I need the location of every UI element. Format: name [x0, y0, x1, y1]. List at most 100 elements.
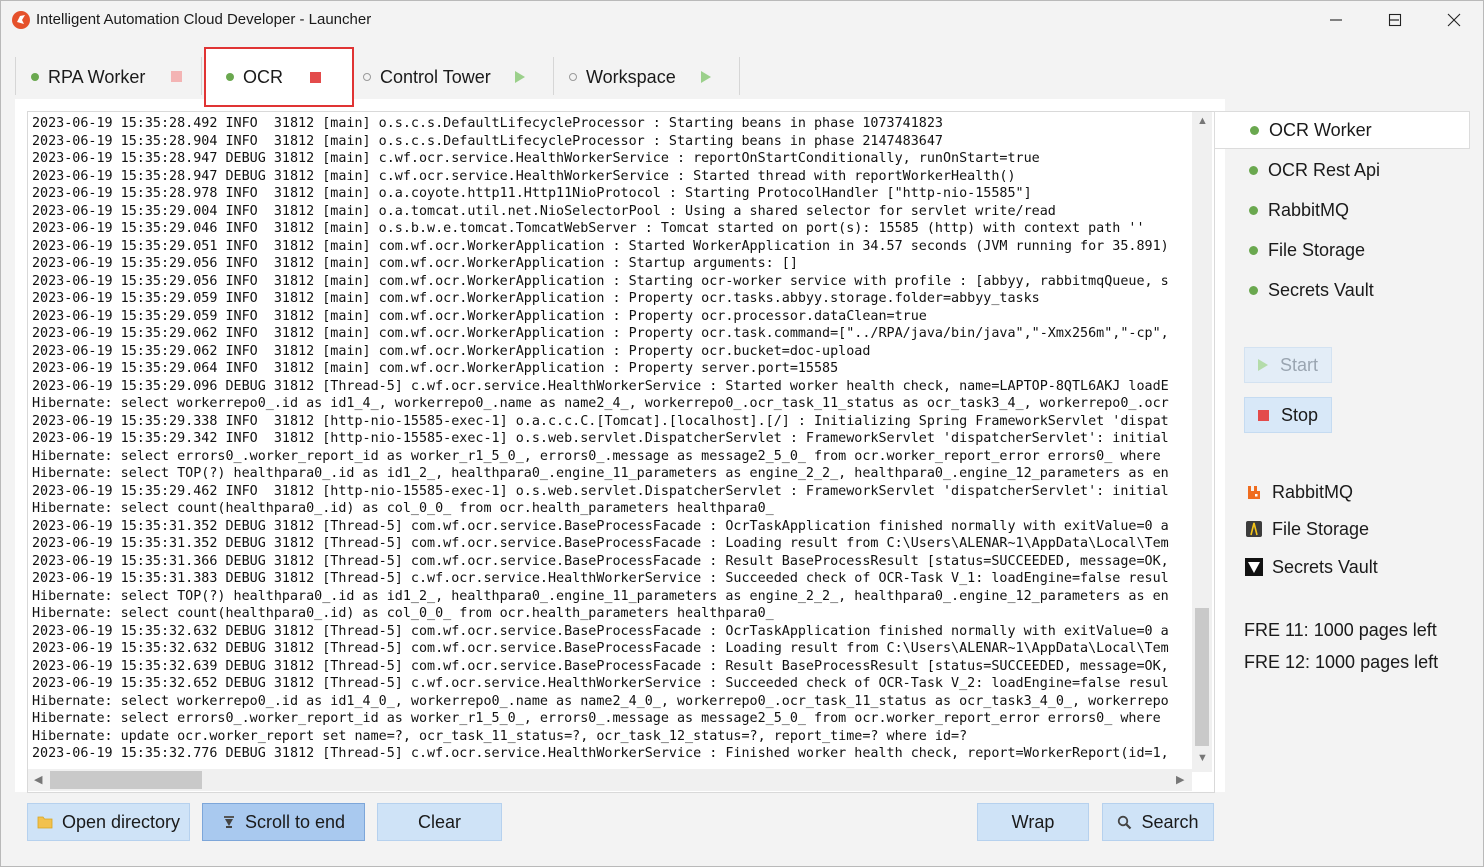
tab-label: RPA Worker — [48, 66, 146, 87]
log-line: 2023-06-19 15:35:28.492 INFO 31812 [main… — [32, 116, 943, 131]
link-label: RabbitMQ — [1272, 481, 1354, 502]
search-button[interactable]: Search — [1102, 803, 1214, 841]
log-line: 2023-06-19 15:35:29.056 INFO 31812 [main… — [32, 273, 1169, 289]
search-icon — [1117, 815, 1132, 830]
horizontal-scrollbar[interactable]: ◀ ▶ — [28, 769, 1192, 791]
log-line: 2023-06-19 15:35:29.059 INFO 31812 [main… — [32, 308, 927, 324]
running-status-icon — [1249, 165, 1258, 175]
start-button[interactable]: Start — [1244, 347, 1332, 383]
quota-fre-11: FRE 11: 1000 pages left — [1244, 620, 1437, 640]
scroll-to-end-icon — [222, 815, 236, 829]
stopped-status-icon — [363, 73, 371, 81]
log-line: 2023-06-19 15:35:31.352 DEBUG 31812 [Thr… — [32, 518, 1169, 534]
log-output[interactable]: 2023-06-19 15:35:28.492 INFO 31812 [main… — [27, 111, 1215, 793]
running-status-icon — [31, 73, 39, 81]
log-line: Hibernate: select count(healthpara0_.id)… — [32, 501, 774, 516]
log-line: 2023-06-19 15:35:29.046 INFO 31812 [main… — [32, 221, 1145, 236]
running-status-icon — [226, 73, 234, 81]
scroll-up-icon[interactable]: ▲ — [1197, 115, 1208, 127]
log-line: Hibernate: select workerrepo0_.id as id1… — [32, 396, 1169, 411]
tab-ocr[interactable]: OCR — [204, 47, 354, 107]
maximize-button[interactable] — [1372, 1, 1418, 39]
scroll-to-end-button[interactable]: Scroll to end — [202, 803, 365, 841]
service-label: OCR Worker — [1269, 119, 1372, 140]
log-line: Hibernate: select count(healthpara0_.id)… — [32, 606, 774, 621]
service-rabbitmq[interactable]: RabbitMQ — [1214, 191, 1470, 229]
wrap-button[interactable]: Wrap — [977, 803, 1089, 841]
tab-separator — [553, 57, 554, 95]
link-rabbitmq[interactable]: RabbitMQ — [1244, 477, 1353, 507]
stop-icon[interactable] — [171, 71, 182, 82]
service-ocr-worker[interactable]: OCR Worker — [1214, 111, 1470, 149]
service-label: Secrets Vault — [1268, 279, 1374, 300]
service-label: OCR Rest Api — [1268, 159, 1381, 180]
link-secrets-vault[interactable]: Secrets Vault — [1244, 552, 1378, 582]
log-line: Hibernate: select workerrepo0_.id as id1… — [32, 693, 1169, 709]
clear-button[interactable]: Clear — [377, 803, 502, 841]
running-status-icon — [1249, 205, 1258, 215]
vertical-scrollbar[interactable]: ▲ ▼ — [1192, 112, 1212, 772]
log-line: Hibernate: select errors0_.worker_report… — [32, 711, 1161, 726]
tab-workspace[interactable]: Workspace — [569, 57, 737, 97]
log-line: Hibernate: select TOP(?) healthpara0_.id… — [32, 588, 1169, 604]
scroll-right-icon[interactable]: ▶ — [1176, 773, 1184, 786]
folder-icon — [37, 815, 53, 829]
tab-label: Control Tower — [380, 66, 491, 87]
quota-fre-12: FRE 12: 1000 pages left — [1244, 652, 1439, 672]
log-line: 2023-06-19 15:35:31.366 DEBUG 31812 [Thr… — [32, 553, 1169, 569]
stop-icon[interactable] — [310, 72, 321, 83]
log-line: 2023-06-19 15:35:28.904 INFO 31812 [main… — [32, 133, 943, 149]
log-line: 2023-06-19 15:35:29.062 INFO 31812 [main… — [32, 326, 1169, 341]
minimize-button[interactable] — [1313, 1, 1359, 39]
running-status-icon — [1249, 285, 1258, 295]
link-label: File Storage — [1272, 518, 1370, 539]
tab-label: OCR — [243, 66, 283, 87]
tab-separator — [201, 57, 202, 95]
service-ocr-rest-api[interactable]: OCR Rest Api — [1214, 151, 1470, 189]
log-line: 2023-06-19 15:35:29.338 INFO 31812 [http… — [32, 413, 1169, 429]
play-icon[interactable] — [701, 71, 711, 83]
log-line: 2023-06-19 15:35:31.352 DEBUG 31812 [Thr… — [32, 536, 1169, 551]
horizontal-scroll-thumb[interactable] — [50, 771, 202, 789]
minimize-icon — [1330, 19, 1342, 21]
log-line: 2023-06-19 15:35:31.383 DEBUG 31812 [Thr… — [32, 571, 1169, 586]
launcher-window: Intelligent Automation Cloud Developer -… — [0, 0, 1484, 867]
app-logo-icon — [12, 11, 30, 29]
scroll-down-icon[interactable]: ▼ — [1197, 752, 1208, 764]
running-status-icon — [1250, 125, 1259, 135]
log-line: 2023-06-19 15:35:32.639 DEBUG 31812 [Thr… — [32, 658, 1169, 674]
play-icon[interactable] — [515, 71, 525, 83]
log-line: Hibernate: select errors0_.worker_report… — [32, 448, 1161, 464]
start-label: Start — [1280, 354, 1319, 375]
open-directory-button[interactable]: Open directory — [27, 803, 190, 841]
file-storage-icon — [1244, 519, 1264, 539]
clear-label: Clear — [417, 811, 461, 832]
close-icon — [1447, 13, 1461, 27]
play-icon — [1258, 359, 1268, 371]
tab-control-tower[interactable]: Control Tower — [363, 57, 551, 97]
link-file-storage[interactable]: File Storage — [1244, 514, 1369, 544]
stop-button[interactable]: Stop — [1244, 397, 1332, 433]
stop-icon — [1258, 409, 1269, 421]
log-line: 2023-06-19 15:35:29.004 INFO 31812 [main… — [32, 203, 1056, 219]
log-line: 2023-06-19 15:35:28.947 DEBUG 31812 [mai… — [32, 168, 1016, 184]
log-line: 2023-06-19 15:35:32.632 DEBUG 31812 [Thr… — [32, 641, 1169, 656]
log-line: 2023-06-19 15:35:29.056 INFO 31812 [main… — [32, 256, 798, 271]
log-line: 2023-06-19 15:35:29.462 INFO 31812 [http… — [32, 483, 1169, 499]
stop-label: Stop — [1281, 404, 1319, 425]
running-status-icon — [1249, 245, 1258, 255]
open-directory-label: Open directory — [61, 811, 181, 832]
close-button[interactable] — [1431, 1, 1477, 39]
scroll-left-icon[interactable]: ◀ — [34, 773, 42, 786]
service-file-storage[interactable]: File Storage — [1214, 231, 1470, 269]
vertical-scroll-thumb[interactable] — [1195, 608, 1209, 746]
vault-icon — [1244, 557, 1264, 577]
service-secrets-vault[interactable]: Secrets Vault — [1214, 271, 1470, 309]
log-line: 2023-06-19 15:35:29.059 INFO 31812 [main… — [32, 291, 1040, 306]
wrap-label: Wrap — [1011, 811, 1055, 832]
log-line: 2023-06-19 15:35:28.947 DEBUG 31812 [mai… — [32, 151, 1040, 166]
tab-rpa-worker[interactable]: RPA Worker — [31, 57, 201, 97]
log-line: 2023-06-19 15:35:32.652 DEBUG 31812 [Thr… — [32, 676, 1169, 691]
log-line: 2023-06-19 15:35:32.632 DEBUG 31812 [Thr… — [32, 623, 1169, 639]
search-label: Search — [1141, 811, 1199, 832]
